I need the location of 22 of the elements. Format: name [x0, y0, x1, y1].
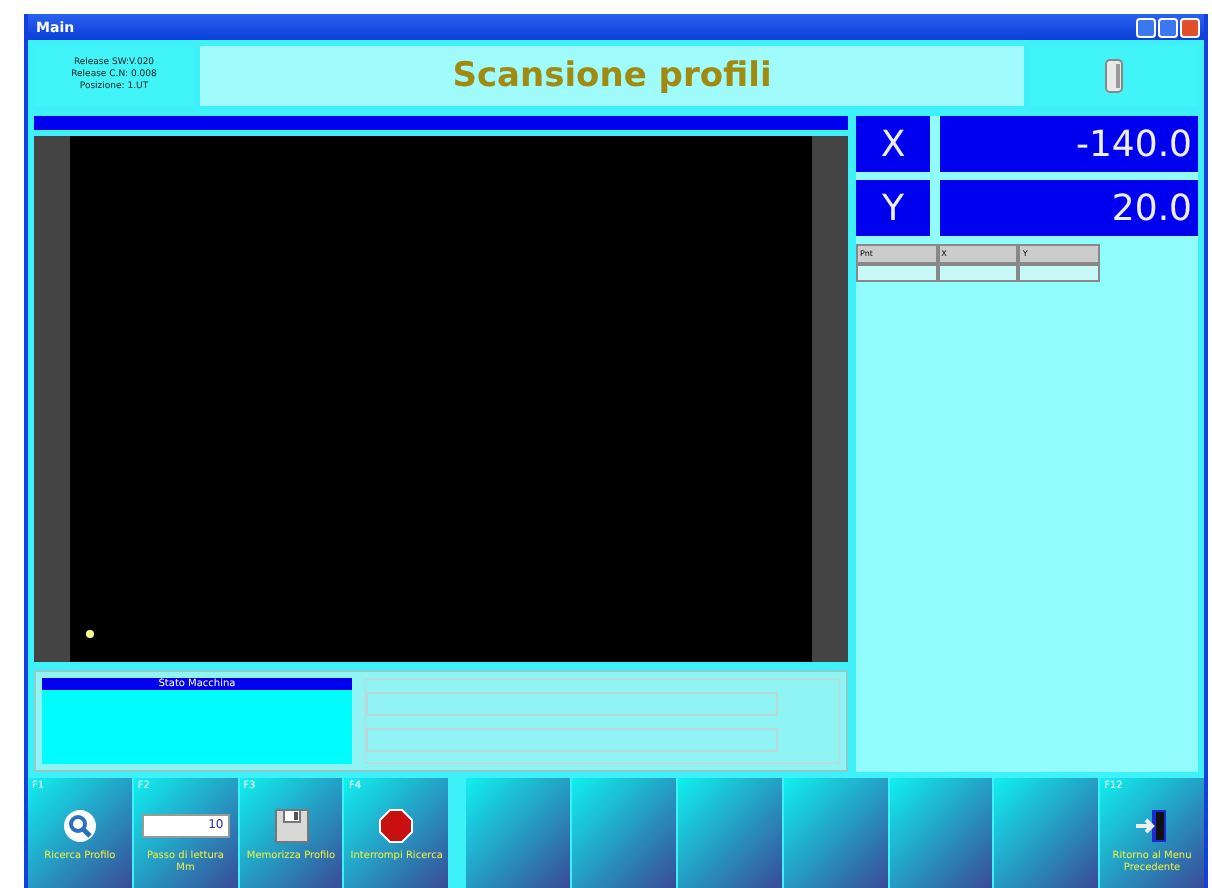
axis-label: Y: [856, 180, 930, 236]
table-cell: [856, 264, 938, 282]
function-key-button[interactable]: [889, 778, 993, 888]
axis-label: X: [856, 116, 930, 172]
axis-value: 20.0: [940, 180, 1198, 236]
page-title: Scansione profili: [200, 46, 1024, 106]
function-key-button[interactable]: [994, 778, 1099, 888]
table-cell: [1018, 264, 1101, 282]
maximize-button[interactable]: [1158, 17, 1178, 37]
function-key-button[interactable]: [677, 778, 782, 888]
axis-value: -140.0: [940, 116, 1198, 172]
stop-sign-icon: [378, 808, 415, 844]
minimize-button[interactable]: [1136, 17, 1156, 37]
close-button[interactable]: [1180, 17, 1200, 37]
point-marker: [86, 630, 94, 639]
function-key-button[interactable]: [783, 778, 887, 888]
exit-door-icon: [1134, 808, 1171, 844]
table-cell: [937, 264, 1019, 282]
device-icon: [1104, 58, 1124, 94]
search-icon: [61, 808, 98, 844]
function-key-button[interactable]: [572, 778, 676, 888]
function-key-button[interactable]: [466, 778, 571, 888]
